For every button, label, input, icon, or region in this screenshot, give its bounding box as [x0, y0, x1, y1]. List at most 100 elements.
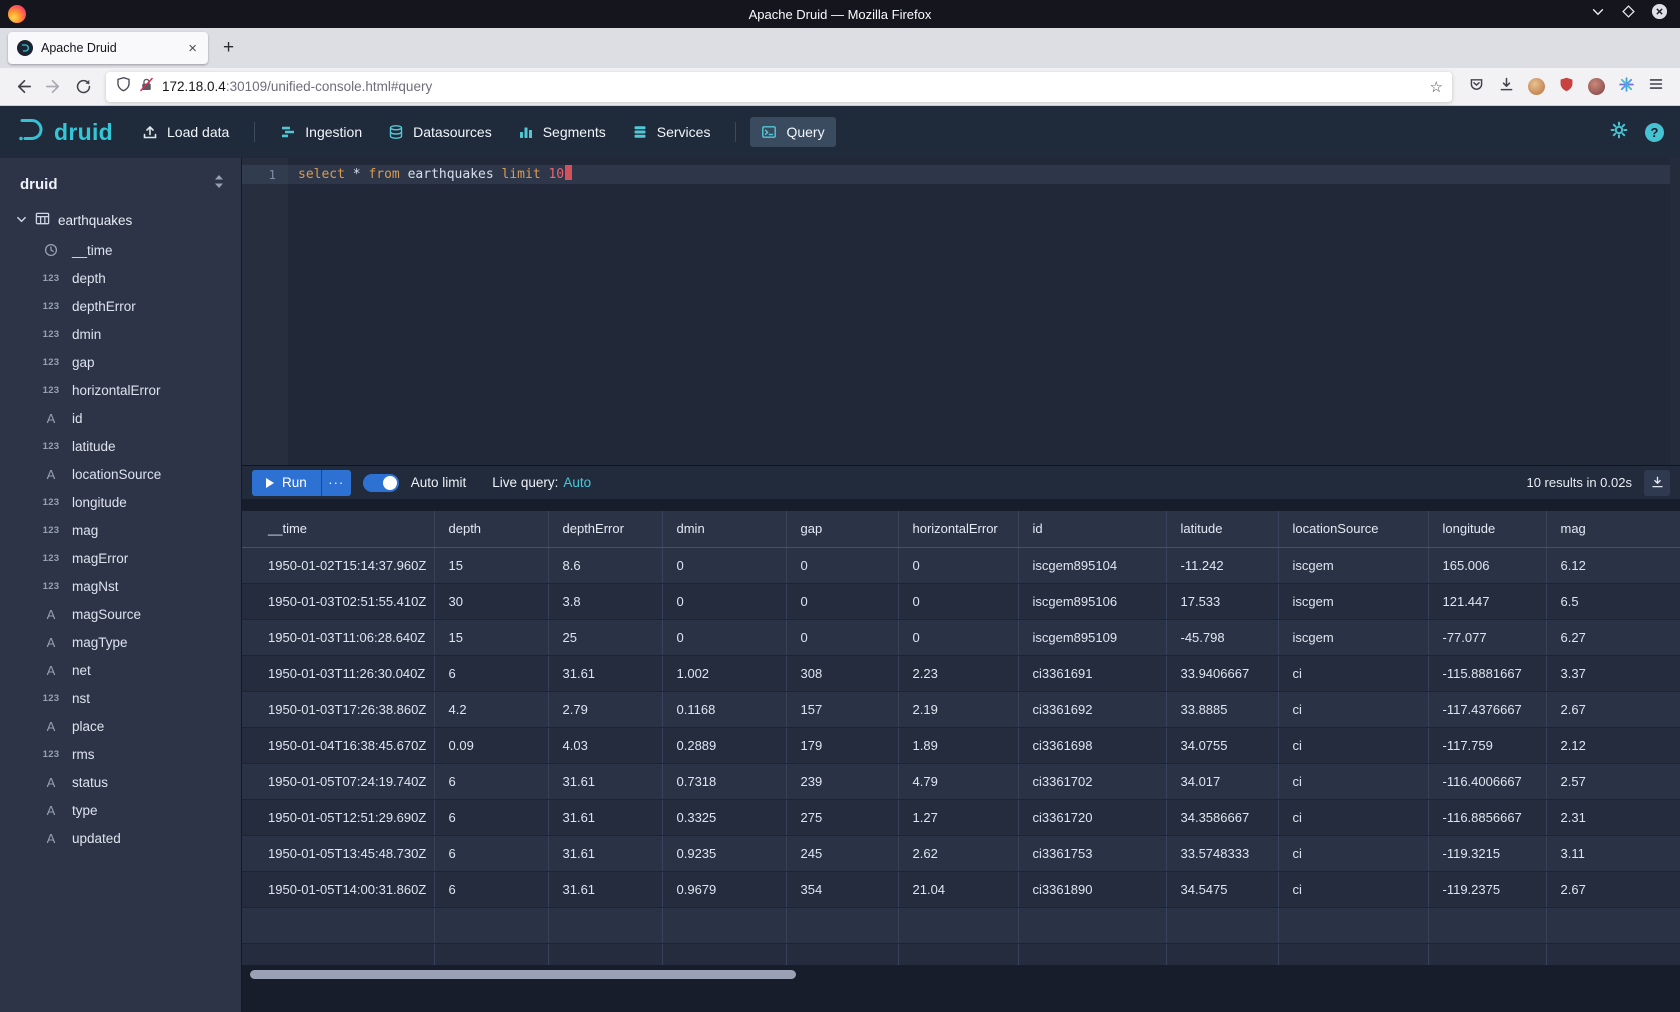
column-header-depthError[interactable]: depthError	[548, 511, 662, 547]
table-cell[interactable]: 0.3325	[662, 799, 786, 835]
table-cell[interactable]: -117.759	[1428, 727, 1546, 763]
table-cell[interactable]: 0	[786, 547, 898, 583]
table-cell[interactable]: 0.1168	[662, 691, 786, 727]
table-cell[interactable]: 6	[434, 799, 548, 835]
sidebar-column-horizontalError[interactable]: 123horizontalError	[0, 376, 241, 404]
table-cell[interactable]: 0.2889	[662, 727, 786, 763]
table-cell[interactable]: -116.4006667	[1428, 763, 1546, 799]
sidebar-column-mag[interactable]: 123mag	[0, 516, 241, 544]
table-cell[interactable]: 33.9406667	[1166, 655, 1278, 691]
table-cell[interactable]: 0.9235	[662, 835, 786, 871]
table-cell[interactable]: ci3361753	[1018, 835, 1166, 871]
table-cell[interactable]: 6	[434, 871, 548, 907]
table-cell[interactable]: 6.5	[1546, 583, 1680, 619]
table-cell[interactable]: 275	[786, 799, 898, 835]
table-cell[interactable]: 0	[898, 583, 1018, 619]
table-cell[interactable]: ci	[1278, 835, 1428, 871]
sql-editor[interactable]: 1 select * from earthquakes limit 10	[242, 158, 1680, 465]
tab-apache-druid[interactable]: Apache Druid ×	[8, 32, 208, 64]
sidebar-column-type[interactable]: Atype	[0, 796, 241, 824]
new-tab-button[interactable]: +	[214, 37, 243, 59]
table-cell[interactable]: 2.31	[1546, 799, 1680, 835]
sidebar-column-id[interactable]: Aid	[0, 404, 241, 432]
table-cell[interactable]: 6.12	[1546, 547, 1680, 583]
table-cell[interactable]: ci3361890	[1018, 871, 1166, 907]
table-cell[interactable]: 0.7318	[662, 763, 786, 799]
extension-pinwheel-button[interactable]	[1618, 76, 1635, 98]
auto-limit-toggle[interactable]	[363, 474, 399, 492]
table-cell[interactable]: 165.006	[1428, 547, 1546, 583]
table-cell[interactable]: -119.2375	[1428, 871, 1546, 907]
table-cell[interactable]: 3.8	[548, 583, 662, 619]
sidebar-column-depth[interactable]: 123depth	[0, 264, 241, 292]
column-header-gap[interactable]: gap	[786, 511, 898, 547]
table-cell[interactable]: 0	[898, 547, 1018, 583]
table-cell[interactable]: iscgem895106	[1018, 583, 1166, 619]
table-cell[interactable]: 4.03	[548, 727, 662, 763]
extension-avatar-button[interactable]	[1588, 78, 1605, 95]
table-cell[interactable]: 1950-01-03T11:26:30.040Z	[242, 655, 434, 691]
insecure-lock-icon[interactable]	[138, 76, 155, 98]
tab-close-icon[interactable]: ×	[186, 41, 199, 56]
table-cell[interactable]: ci	[1278, 655, 1428, 691]
table-cell[interactable]: 17.533	[1166, 583, 1278, 619]
table-cell[interactable]: ci	[1278, 727, 1428, 763]
table-cell[interactable]: iscgem	[1278, 583, 1428, 619]
table-cell[interactable]: 0	[662, 583, 786, 619]
table-cell[interactable]: 15	[434, 619, 548, 655]
table-cell[interactable]: 2.23	[898, 655, 1018, 691]
nav-item-ingestion[interactable]: Ingestion	[269, 117, 373, 147]
minimize-icon[interactable]	[1590, 4, 1606, 25]
column-header-__time[interactable]: __time	[242, 511, 434, 547]
table-cell[interactable]: iscgem	[1278, 619, 1428, 655]
table-cell[interactable]: 4.79	[898, 763, 1018, 799]
table-cell[interactable]: 245	[786, 835, 898, 871]
table-cell[interactable]: 1950-01-04T16:38:45.670Z	[242, 727, 434, 763]
sidebar-column-nst[interactable]: 123nst	[0, 684, 241, 712]
table-cell[interactable]: 157	[786, 691, 898, 727]
sidebar-column-latitude[interactable]: 123latitude	[0, 432, 241, 460]
table-cell[interactable]: 34.0755	[1166, 727, 1278, 763]
url-bar[interactable]: 172.18.0.4:30109/unified-console.html#qu…	[106, 72, 1452, 102]
column-header-mag[interactable]: mag	[1546, 511, 1680, 547]
table-cell[interactable]: -77.077	[1428, 619, 1546, 655]
table-cell[interactable]: 34.5475	[1166, 871, 1278, 907]
table-cell[interactable]: 354	[786, 871, 898, 907]
table-cell[interactable]: 0	[898, 619, 1018, 655]
forward-button[interactable]	[38, 73, 68, 101]
table-cell[interactable]: 34.3586667	[1166, 799, 1278, 835]
sidebar-column-longitude[interactable]: 123longitude	[0, 488, 241, 516]
table-cell[interactable]: ci	[1278, 799, 1428, 835]
table-cell[interactable]: 1950-01-05T14:00:31.860Z	[242, 871, 434, 907]
table-cell[interactable]: 8.6	[548, 547, 662, 583]
table-cell[interactable]: 15	[434, 547, 548, 583]
account-avatar-button[interactable]	[1528, 78, 1545, 95]
table-cell[interactable]: 33.8885	[1166, 691, 1278, 727]
table-cell[interactable]: 1950-01-05T07:24:19.740Z	[242, 763, 434, 799]
druid-logo[interactable]: druid	[16, 116, 113, 148]
menu-button[interactable]	[1648, 76, 1664, 97]
tracking-shield-icon[interactable]	[115, 76, 132, 98]
table-cell[interactable]: -117.4376667	[1428, 691, 1546, 727]
live-query-value[interactable]: Auto	[563, 475, 591, 490]
table-cell[interactable]: 1.27	[898, 799, 1018, 835]
sidebar-column-magNst[interactable]: 123magNst	[0, 572, 241, 600]
table-cell[interactable]: 21.04	[898, 871, 1018, 907]
table-cell[interactable]: 1950-01-02T15:14:37.960Z	[242, 547, 434, 583]
table-cell[interactable]: ci3361702	[1018, 763, 1166, 799]
table-cell[interactable]: 2.57	[1546, 763, 1680, 799]
table-cell[interactable]: 1950-01-05T13:45:48.730Z	[242, 835, 434, 871]
run-more-button[interactable]: ···	[321, 470, 351, 496]
download-button[interactable]	[1498, 76, 1515, 98]
table-cell[interactable]: 2.67	[1546, 871, 1680, 907]
help-button[interactable]: ?	[1645, 123, 1664, 142]
export-download-button[interactable]	[1644, 470, 1670, 496]
table-cell[interactable]: -45.798	[1166, 619, 1278, 655]
table-cell[interactable]: 1.002	[662, 655, 786, 691]
url-text[interactable]: 172.18.0.4:30109/unified-console.html#qu…	[162, 79, 1430, 94]
nav-item-load-data[interactable]: Load data	[131, 117, 240, 147]
table-cell[interactable]: iscgem895104	[1018, 547, 1166, 583]
table-cell[interactable]: 30	[434, 583, 548, 619]
query-text[interactable]: select * from earthquakes limit 10	[288, 158, 1680, 465]
table-cell[interactable]: ci	[1278, 871, 1428, 907]
